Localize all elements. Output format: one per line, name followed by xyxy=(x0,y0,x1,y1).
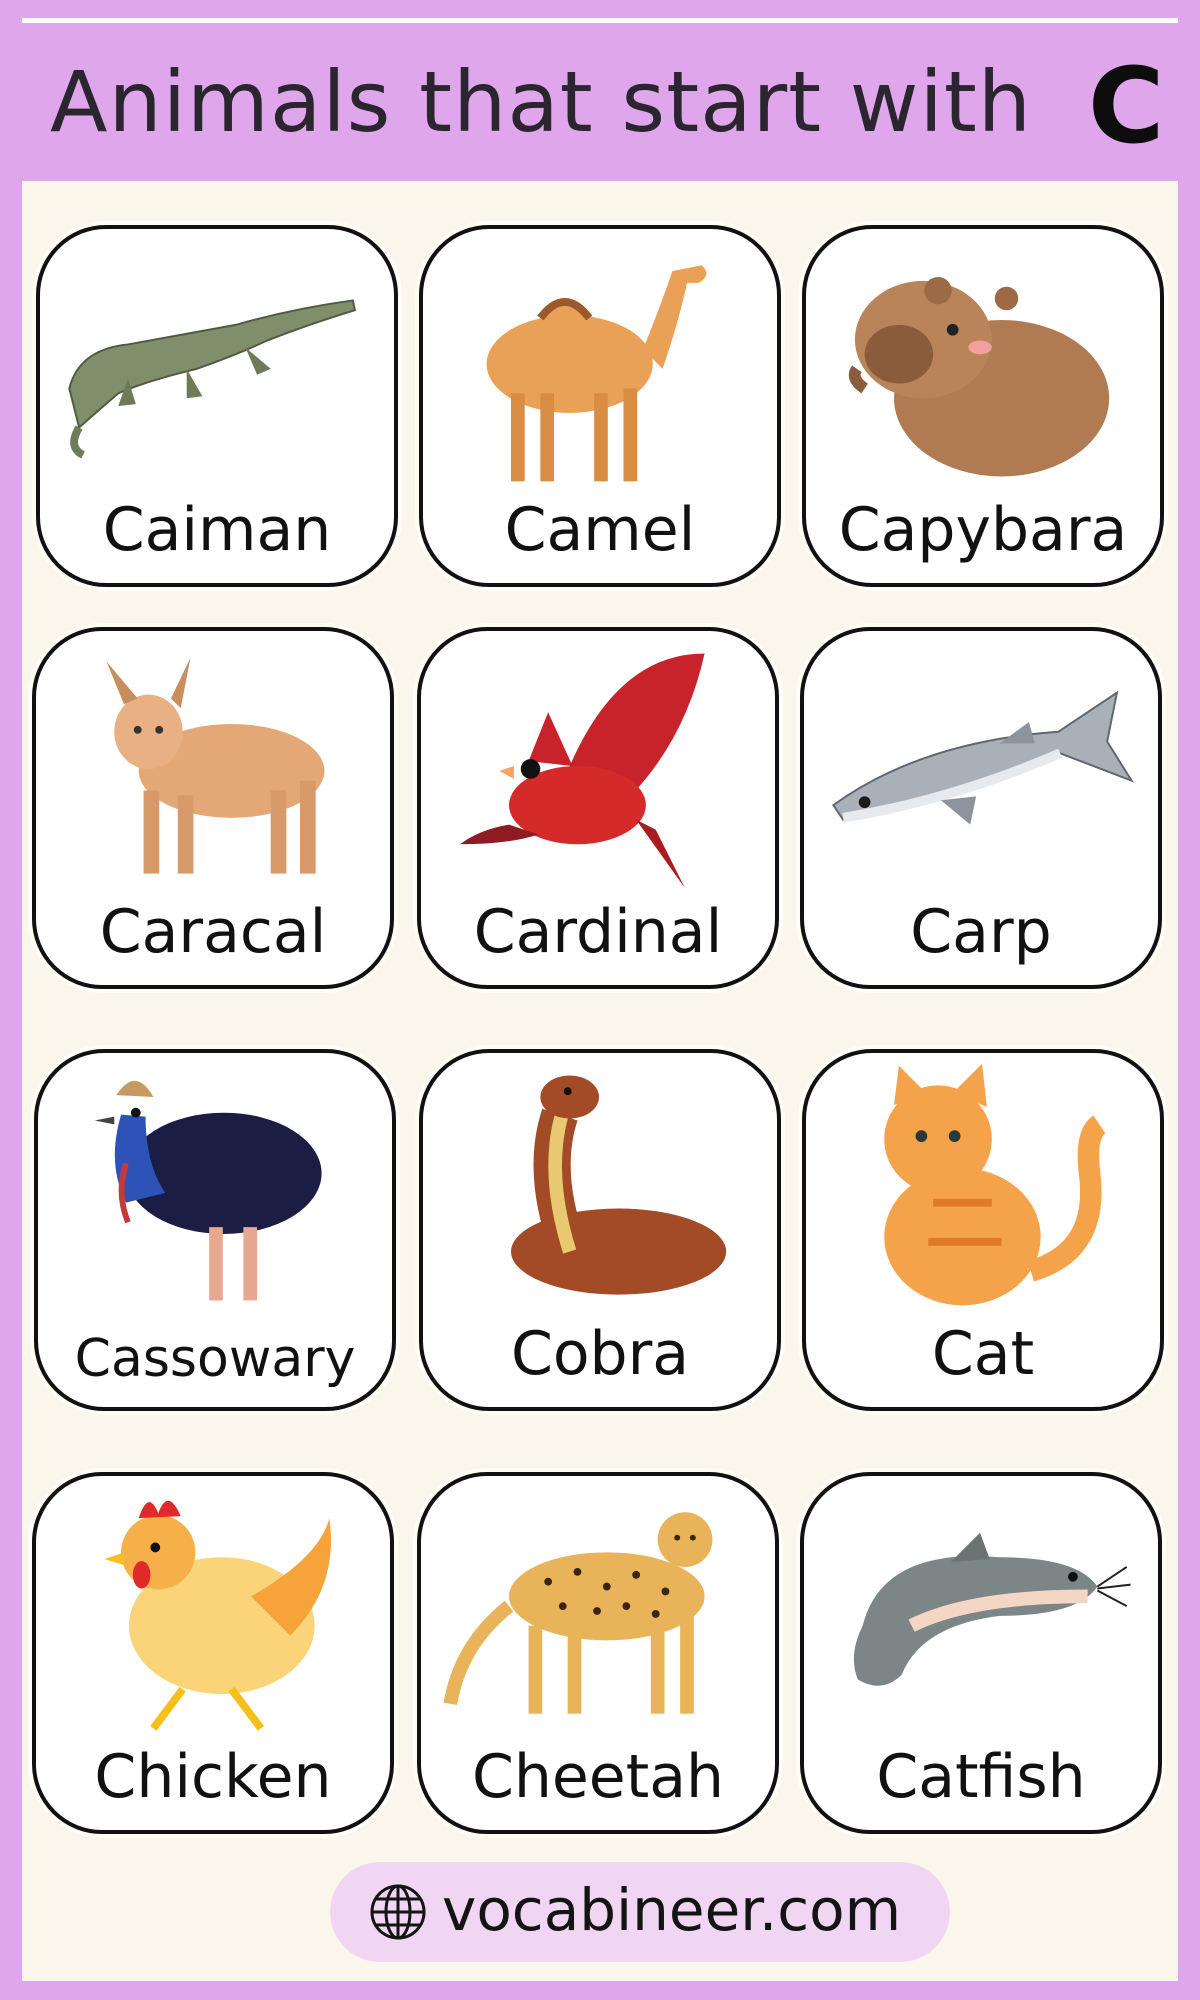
animal-card-capybara: Capybara xyxy=(802,225,1164,587)
chicken-icon xyxy=(104,1500,331,1731)
animal-card-cobra: Cobra xyxy=(419,1049,781,1411)
website-badge[interactable]: vocabineer.com xyxy=(330,1862,950,1962)
caiman-icon xyxy=(68,299,357,459)
capybara-icon xyxy=(848,276,1110,477)
animal-grid-panel: Caiman Camel Capybara Caracal Cardinal C… xyxy=(22,181,1178,1981)
animal-name: Caiman xyxy=(102,495,332,565)
cassowary-icon xyxy=(94,1080,322,1301)
camel-icon xyxy=(486,265,707,482)
cardinal-icon xyxy=(460,653,705,889)
animal-name: Caracal xyxy=(99,897,327,967)
animal-card-camel: Camel xyxy=(419,225,781,587)
cheetah-icon xyxy=(443,1512,713,1714)
title-letter: C xyxy=(1088,45,1165,167)
page-title: Animals that start with xyxy=(50,53,1032,151)
globe-icon xyxy=(370,1884,426,1940)
animal-card-caracal: Caracal xyxy=(32,627,394,989)
page-header: Animals that start with C xyxy=(0,23,1200,181)
carp-icon xyxy=(832,690,1134,825)
animal-name: Capybara xyxy=(838,495,1128,565)
animal-name: Cobra xyxy=(510,1319,690,1389)
website-url[interactable]: vocabineer.com xyxy=(442,1876,901,1944)
cat-icon xyxy=(884,1063,1107,1306)
animal-name: Cardinal xyxy=(473,897,723,967)
animal-name: Catfish xyxy=(876,1742,1086,1812)
animal-card-cat: Cat xyxy=(802,1049,1164,1411)
catfish-icon xyxy=(853,1532,1131,1686)
animal-card-chicken: Chicken xyxy=(32,1472,394,1834)
caracal-icon xyxy=(106,657,325,874)
animal-card-carp: Carp xyxy=(800,627,1162,989)
animal-card-cassowary: Cassowary xyxy=(34,1049,396,1411)
animal-card-catfish: Catfish xyxy=(800,1472,1162,1834)
animal-card-caiman: Caiman xyxy=(36,225,398,587)
animal-card-cardinal: Cardinal xyxy=(417,627,779,989)
animal-name: Cheetah xyxy=(471,1742,725,1812)
animal-name: Chicken xyxy=(94,1742,332,1812)
animal-name: Camel xyxy=(504,495,696,565)
animal-card-cheetah: Cheetah xyxy=(417,1472,779,1834)
animal-name: Carp xyxy=(910,897,1052,967)
cobra-icon xyxy=(511,1075,727,1295)
animal-name: Cat xyxy=(931,1319,1035,1389)
animal-name: Cassowary xyxy=(74,1329,356,1389)
